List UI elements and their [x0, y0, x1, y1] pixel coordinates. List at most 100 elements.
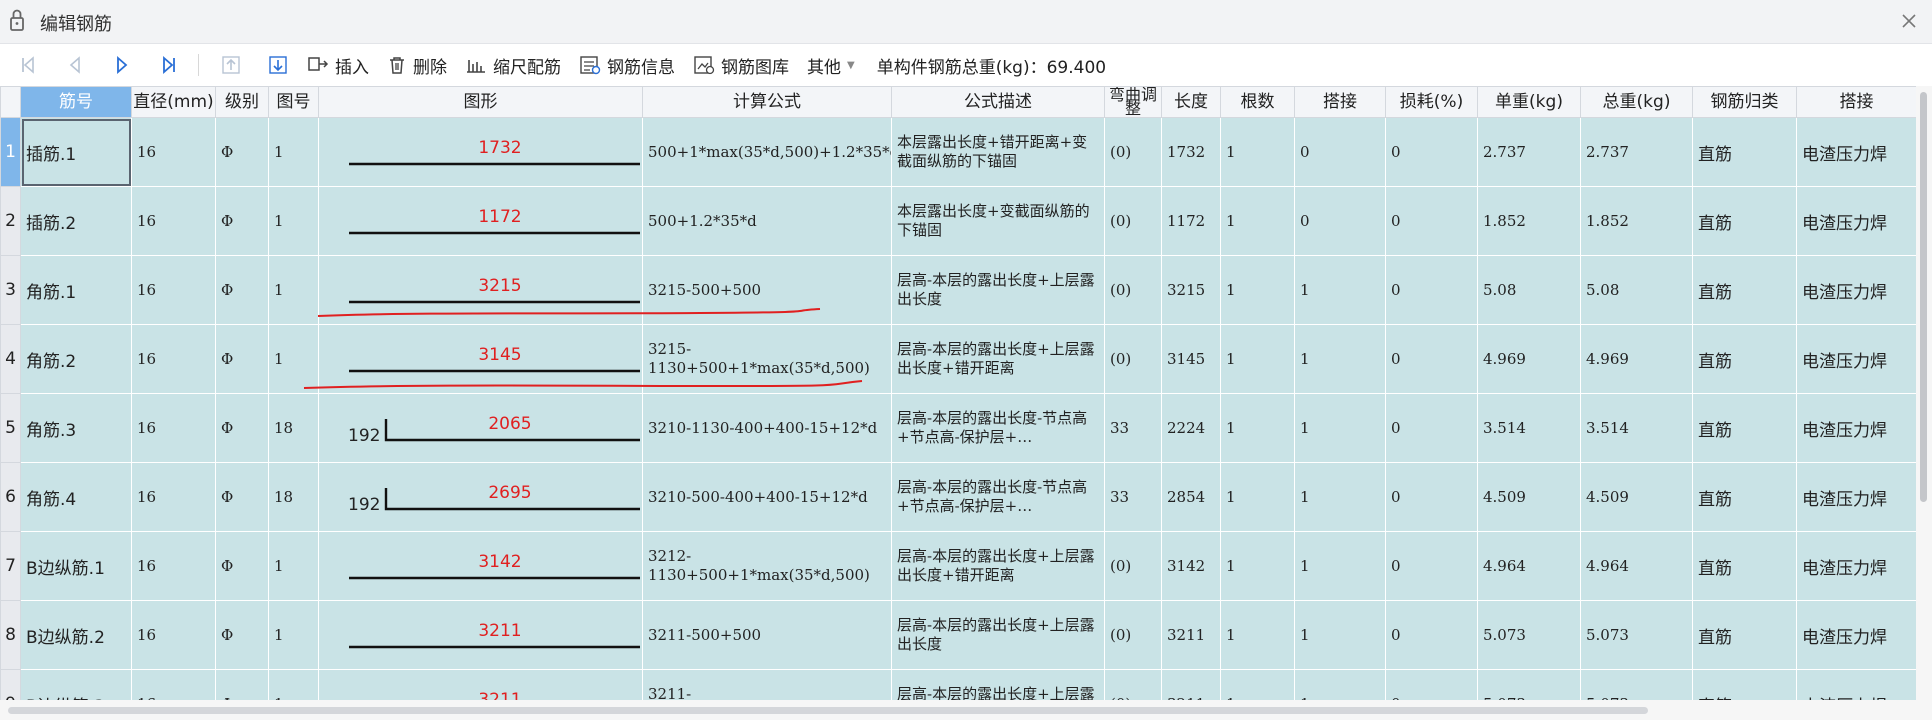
cell-unit-weight[interactable]: 4.969 [1477, 324, 1581, 394]
cell-total-weight[interactable]: 4.964 [1580, 531, 1693, 601]
next-record-button[interactable] [104, 50, 140, 80]
table-row[interactable]: 2 插筋.2 16 Φ 1 1172 500+1.2*35*d 本层露出长度+变截面纵筋的下锚… [0, 186, 1916, 256]
cell-length[interactable]: 1172 [1161, 186, 1221, 256]
col-header-category[interactable]: 钢筋归类 [1692, 86, 1797, 118]
cell-shape[interactable]: 3145 [318, 324, 643, 394]
vertical-scrollbar[interactable] [1916, 86, 1932, 700]
cell-formula[interactable]: 500+1*max(35*d,500)+1.2*35*d [642, 117, 892, 187]
cell-bar-no[interactable]: 插筋.1 [20, 117, 132, 187]
cell-count[interactable]: 1 [1220, 117, 1295, 187]
cell-lap-type[interactable]: 电渣压力焊 [1796, 255, 1916, 325]
cell-formula[interactable]: 3215-1130+500+1*max(35*d,500) [642, 324, 892, 394]
cell-lap[interactable]: 1 [1294, 531, 1386, 601]
cell-formula[interactable]: 3212-1130+500+1*max(35*d,500) [642, 531, 892, 601]
cell-count[interactable]: 1 [1220, 393, 1295, 463]
col-header-bar-no[interactable]: 筋号 [20, 86, 132, 118]
first-record-button[interactable] [10, 50, 46, 80]
cell-length[interactable]: 3215 [1161, 255, 1221, 325]
cell-category[interactable]: 直筋 [1692, 600, 1797, 670]
cell-shape[interactable]: 3142 [318, 531, 643, 601]
cell-lap[interactable]: 0 [1294, 186, 1386, 256]
previous-record-button[interactable] [57, 50, 93, 80]
cell-figure-no[interactable]: 1 [268, 531, 319, 601]
cell-bar-no[interactable]: B边纵筋.3 [20, 669, 132, 700]
cell-total-weight[interactable]: 5.08 [1580, 255, 1693, 325]
table-row[interactable]: 1 插筋.1 16 Φ 1 1732 500+1*max(35*d,500)+1.2*35*… [0, 117, 1916, 187]
cell-bar-no[interactable]: 插筋.2 [20, 186, 132, 256]
cell-shape[interactable]: 3211 [318, 669, 643, 700]
scale-rebar-button[interactable]: 缩尺配筋 [465, 50, 561, 80]
cell-lap[interactable]: 0 [1294, 117, 1386, 187]
move-up-button[interactable] [213, 50, 249, 80]
cell-category[interactable]: 直筋 [1692, 186, 1797, 256]
cell-category[interactable]: 直筋 [1692, 462, 1797, 532]
table-row[interactable]: 8 B边纵筋.2 16 Φ 1 3211 3211-500+500 层高-本层的露出长度+上层… [0, 600, 1916, 670]
cell-length[interactable]: 2854 [1161, 462, 1221, 532]
table-row[interactable]: 4 角筋.2 16 Φ 1 3145 3215-1130+500+1*max(35*d,50… [0, 324, 1916, 394]
cell-loss[interactable]: 0 [1385, 117, 1478, 187]
cell-total-weight[interactable]: 5.073 [1580, 669, 1693, 700]
cell-lap-type[interactable]: 电渣压力焊 [1796, 669, 1916, 700]
cell-unit-weight[interactable]: 5.073 [1477, 600, 1581, 670]
cell-length[interactable]: 3142 [1161, 531, 1221, 601]
close-icon[interactable] [1898, 10, 1920, 32]
cell-category[interactable]: 直筋 [1692, 324, 1797, 394]
cell-category[interactable]: 直筋 [1692, 255, 1797, 325]
cell-row-number[interactable]: 1 [0, 117, 21, 187]
cell-shape[interactable]: 1732 [318, 117, 643, 187]
cell-lap[interactable]: 1 [1294, 393, 1386, 463]
cell-bend-adjust[interactable]: (0) [1104, 531, 1162, 601]
col-header-total-weight[interactable]: 总重(kg) [1580, 86, 1693, 118]
cell-figure-no[interactable]: 1 [268, 324, 319, 394]
cell-row-number[interactable]: 2 [0, 186, 21, 256]
cell-shape[interactable]: 3215 [318, 255, 643, 325]
corner-header[interactable] [0, 86, 21, 118]
cell-diameter[interactable]: 16 [131, 600, 216, 670]
cell-loss[interactable]: 0 [1385, 393, 1478, 463]
cell-bar-no[interactable]: 角筋.1 [20, 255, 132, 325]
cell-bar-no[interactable]: 角筋.4 [20, 462, 132, 532]
delete-button[interactable]: 删除 [387, 50, 447, 80]
cell-lap-type[interactable]: 电渣压力焊 [1796, 531, 1916, 601]
table-row[interactable]: 9B边纵筋.316Φ132113211-1060+500+1*max(35*d,… [0, 669, 1916, 700]
cell-unit-weight[interactable]: 4.509 [1477, 462, 1581, 532]
cell-grade[interactable]: Φ [215, 255, 269, 325]
cell-row-number[interactable]: 5 [0, 393, 21, 463]
col-header-figure-no[interactable]: 图号 [268, 86, 319, 118]
cell-formula-desc[interactable]: 层高-本层的露出长度+上层露出长度+错开距离 [891, 531, 1105, 601]
cell-loss[interactable]: 0 [1385, 186, 1478, 256]
cell-lap[interactable]: 1 [1294, 462, 1386, 532]
cell-lap-type[interactable]: 电渣压力焊 [1796, 117, 1916, 187]
col-header-unit-weight[interactable]: 单重(kg) [1477, 86, 1581, 118]
cell-figure-no[interactable]: 1 [268, 255, 319, 325]
cell-diameter[interactable]: 16 [131, 324, 216, 394]
cell-shape[interactable]: 2695 192 [318, 462, 643, 532]
cell-figure-no[interactable]: 1 [268, 669, 319, 700]
cell-loss[interactable]: 0 [1385, 600, 1478, 670]
horizontal-scroll-thumb[interactable] [8, 707, 1648, 714]
cell-formula-desc[interactable]: 层高-本层的露出长度-节点高+节点高-保护层+… [891, 393, 1105, 463]
cell-diameter[interactable]: 16 [131, 117, 216, 187]
cell-bar-no[interactable]: 角筋.3 [20, 393, 132, 463]
cell-shape[interactable]: 1172 [318, 186, 643, 256]
cell-total-weight[interactable]: 4.509 [1580, 462, 1693, 532]
insert-button[interactable]: 插入 [307, 50, 369, 80]
cell-shape[interactable]: 3211 [318, 600, 643, 670]
cell-bar-no[interactable]: 角筋.2 [20, 324, 132, 394]
table-row[interactable]: 5 角筋.3 16 Φ 18 2065 192 3210-1130-400+400-15+12… [0, 393, 1916, 463]
cell-diameter[interactable]: 16 [131, 393, 216, 463]
cell-unit-weight[interactable]: 3.514 [1477, 393, 1581, 463]
cell-row-number[interactable]: 3 [0, 255, 21, 325]
cell-diameter[interactable]: 16 [131, 669, 216, 700]
cell-formula[interactable]: 3210-500-400+400-15+12*d [642, 462, 892, 532]
cell-row-number[interactable]: 7 [0, 531, 21, 601]
cell-grade[interactable]: Φ [215, 393, 269, 463]
cell-lap-type[interactable]: 电渣压力焊 [1796, 462, 1916, 532]
cell-bend-adjust[interactable]: (0) [1104, 117, 1162, 187]
cell-grade[interactable]: Φ [215, 669, 269, 700]
cell-length[interactable]: 3211 [1161, 669, 1221, 700]
cell-formula[interactable]: 3211-1060+500+1*max(35*d,500) [642, 669, 892, 700]
cell-lap-type[interactable]: 电渣压力焊 [1796, 186, 1916, 256]
cell-bend-adjust[interactable]: 33 [1104, 393, 1162, 463]
col-header-length[interactable]: 长度 [1161, 86, 1221, 118]
